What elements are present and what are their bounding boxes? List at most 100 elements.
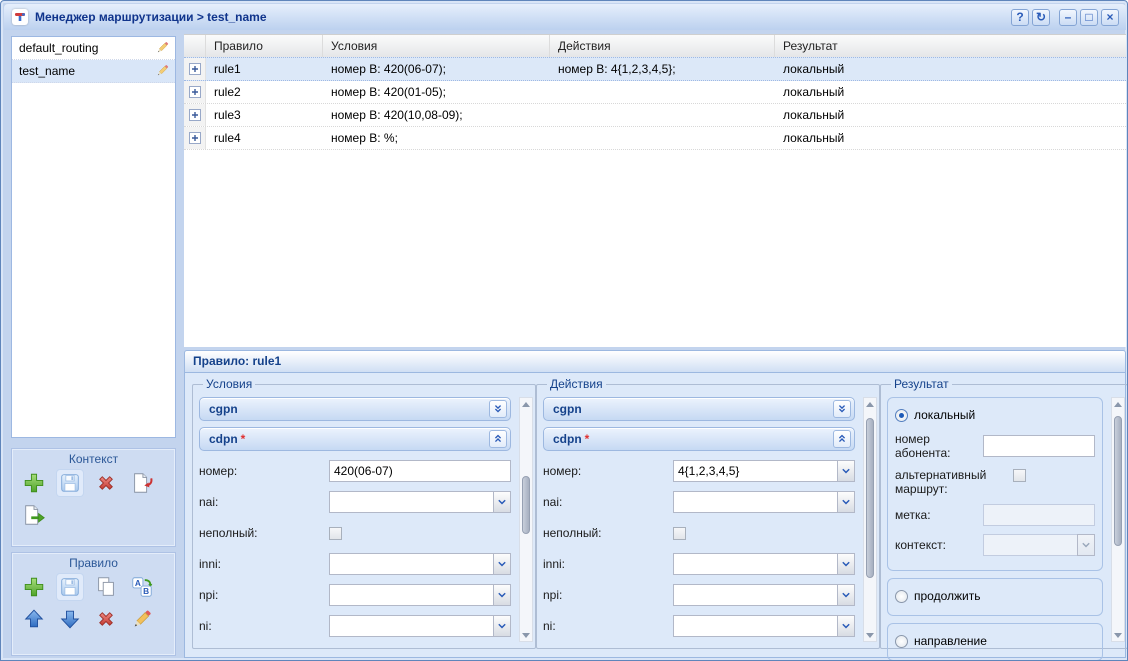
rule-add-button[interactable] xyxy=(21,574,47,600)
chevron-down-icon[interactable] xyxy=(837,460,855,482)
context-save-button[interactable] xyxy=(57,470,83,496)
minimize-icon: – xyxy=(1065,11,1072,23)
rule-delete-button[interactable] xyxy=(93,606,119,632)
context-add-button[interactable] xyxy=(21,470,47,496)
header-rule[interactable]: Правило xyxy=(206,35,323,57)
scroll-down-arrow[interactable] xyxy=(864,629,876,641)
floppy-icon xyxy=(58,471,82,495)
scroll-up-arrow[interactable] xyxy=(864,398,876,410)
pencil-icon[interactable] xyxy=(155,40,170,55)
conditions-cgpn-bar[interactable]: cgpn xyxy=(199,397,511,421)
scroll-thumb[interactable] xyxy=(866,418,874,578)
context-import-button[interactable] xyxy=(129,470,155,496)
conditions-cdpn-bar[interactable]: cdpn* xyxy=(199,427,511,451)
actions-scrollbar[interactable] xyxy=(863,397,877,642)
chevron-double-down-icon[interactable] xyxy=(489,400,507,418)
chevron-down-icon[interactable] xyxy=(837,584,855,606)
rule-toolbar: Правило A xyxy=(11,552,176,656)
conditions-npi-combo[interactable] xyxy=(329,584,511,606)
rule-edit-button[interactable] xyxy=(129,606,155,632)
chevron-double-up-icon[interactable] xyxy=(489,430,507,448)
row-expander[interactable] xyxy=(184,58,206,80)
scroll-thumb[interactable] xyxy=(522,476,530,534)
context-export-button[interactable] xyxy=(21,502,47,528)
conditions-incomplete-checkbox[interactable] xyxy=(329,527,342,540)
radio-off-icon[interactable] xyxy=(895,590,908,603)
window-controls: ? ↻ – □ × xyxy=(1011,9,1119,26)
conditions-scrollbar[interactable] xyxy=(519,397,533,642)
scroll-down-arrow[interactable] xyxy=(520,629,532,641)
context-item-test-name[interactable]: test_name xyxy=(12,60,175,83)
scroll-down-arrow[interactable] xyxy=(1112,629,1124,641)
rule-save-button[interactable] xyxy=(57,574,83,600)
plus-icon xyxy=(22,575,46,599)
actions-ni-combo[interactable] xyxy=(673,615,855,637)
refresh-button[interactable]: ↻ xyxy=(1032,9,1050,26)
expand-plus-icon xyxy=(189,86,201,98)
row-expander[interactable] xyxy=(184,81,206,103)
chevron-down-icon[interactable] xyxy=(493,491,511,513)
result-radio-direction[interactable]: направление xyxy=(895,632,1095,650)
actions-nai-combo[interactable] xyxy=(673,491,855,513)
result-option-direction[interactable]: направление xyxy=(887,623,1103,661)
conditions-number-input[interactable] xyxy=(329,460,511,482)
chevron-down-icon[interactable] xyxy=(837,491,855,513)
actions-cdpn-bar[interactable]: cdpn* xyxy=(543,427,855,451)
actions-inni-combo[interactable] xyxy=(673,553,855,575)
conditions-ni-combo[interactable] xyxy=(329,615,511,637)
rule-move-up-button[interactable] xyxy=(21,606,47,632)
table-header: Правило Условия Действия Результат xyxy=(184,35,1126,58)
doc-import-icon xyxy=(130,471,154,495)
row-expander[interactable] xyxy=(184,127,206,149)
scroll-up-arrow[interactable] xyxy=(1112,398,1124,410)
svg-text:B: B xyxy=(143,586,149,596)
actions-number-combo[interactable] xyxy=(673,460,855,482)
row-expander[interactable] xyxy=(184,104,206,126)
subscriber-number-input[interactable] xyxy=(983,435,1095,457)
minimize-button[interactable]: – xyxy=(1059,9,1077,26)
actions-cgpn-bar[interactable]: cgpn xyxy=(543,397,855,421)
radio-off-icon[interactable] xyxy=(895,635,908,648)
rule-detail-body: Условия cgpn cdpn* номер: nai: xyxy=(184,373,1126,658)
result-scrollbar[interactable] xyxy=(1111,397,1125,642)
result-radio-local[interactable]: локальный xyxy=(895,406,1095,424)
conditions-inni-combo[interactable] xyxy=(329,553,511,575)
table-row-rule2[interactable]: rule2 номер B: 420(01-05); локальный xyxy=(184,81,1126,104)
radio-on-icon[interactable] xyxy=(895,409,908,422)
chevron-down-icon[interactable] xyxy=(493,615,511,637)
context-delete-button[interactable] xyxy=(93,470,119,496)
table-row-rule1[interactable]: rule1 номер B: 420(06-07); номер B: 4{1,… xyxy=(184,57,1126,81)
metka-input xyxy=(983,504,1095,526)
actions-npi-combo[interactable] xyxy=(673,584,855,606)
rule-move-down-button[interactable] xyxy=(57,606,83,632)
pencil-icon[interactable] xyxy=(155,63,170,78)
context-item-default-routing[interactable]: default_routing xyxy=(12,37,175,60)
rule-rename-button[interactable]: A B xyxy=(129,574,155,600)
chevron-double-up-icon[interactable] xyxy=(833,430,851,448)
help-button[interactable]: ? xyxy=(1011,9,1029,26)
alt-route-checkbox[interactable] xyxy=(1013,469,1026,482)
table-row-rule4[interactable]: rule4 номер B: %; локальный xyxy=(184,127,1126,150)
floppy-icon xyxy=(58,575,82,599)
maximize-button[interactable]: □ xyxy=(1080,9,1098,26)
arrow-up-icon xyxy=(22,607,46,631)
actions-incomplete-checkbox[interactable] xyxy=(673,527,686,540)
header-result[interactable]: Результат xyxy=(775,35,1126,57)
chevron-down-icon[interactable] xyxy=(837,553,855,575)
chevron-down-icon[interactable] xyxy=(493,553,511,575)
result-radio-continue[interactable]: продолжить xyxy=(895,587,1095,605)
result-option-continue[interactable]: продолжить xyxy=(887,578,1103,616)
table-row-rule3[interactable]: rule3 номер B: 420(10,08-09); локальный xyxy=(184,104,1126,127)
rule-copy-button[interactable] xyxy=(93,574,119,600)
close-button[interactable]: × xyxy=(1101,9,1119,26)
chevron-down-icon xyxy=(1077,534,1095,556)
scroll-thumb[interactable] xyxy=(1114,416,1122,546)
svg-text:A: A xyxy=(135,578,141,588)
conditions-nai-combo[interactable] xyxy=(329,491,511,513)
chevron-down-icon[interactable] xyxy=(837,615,855,637)
scroll-up-arrow[interactable] xyxy=(520,398,532,410)
header-conditions[interactable]: Условия xyxy=(323,35,550,57)
chevron-down-icon[interactable] xyxy=(493,584,511,606)
header-actions[interactable]: Действия xyxy=(550,35,775,57)
chevron-double-down-icon[interactable] xyxy=(833,400,851,418)
